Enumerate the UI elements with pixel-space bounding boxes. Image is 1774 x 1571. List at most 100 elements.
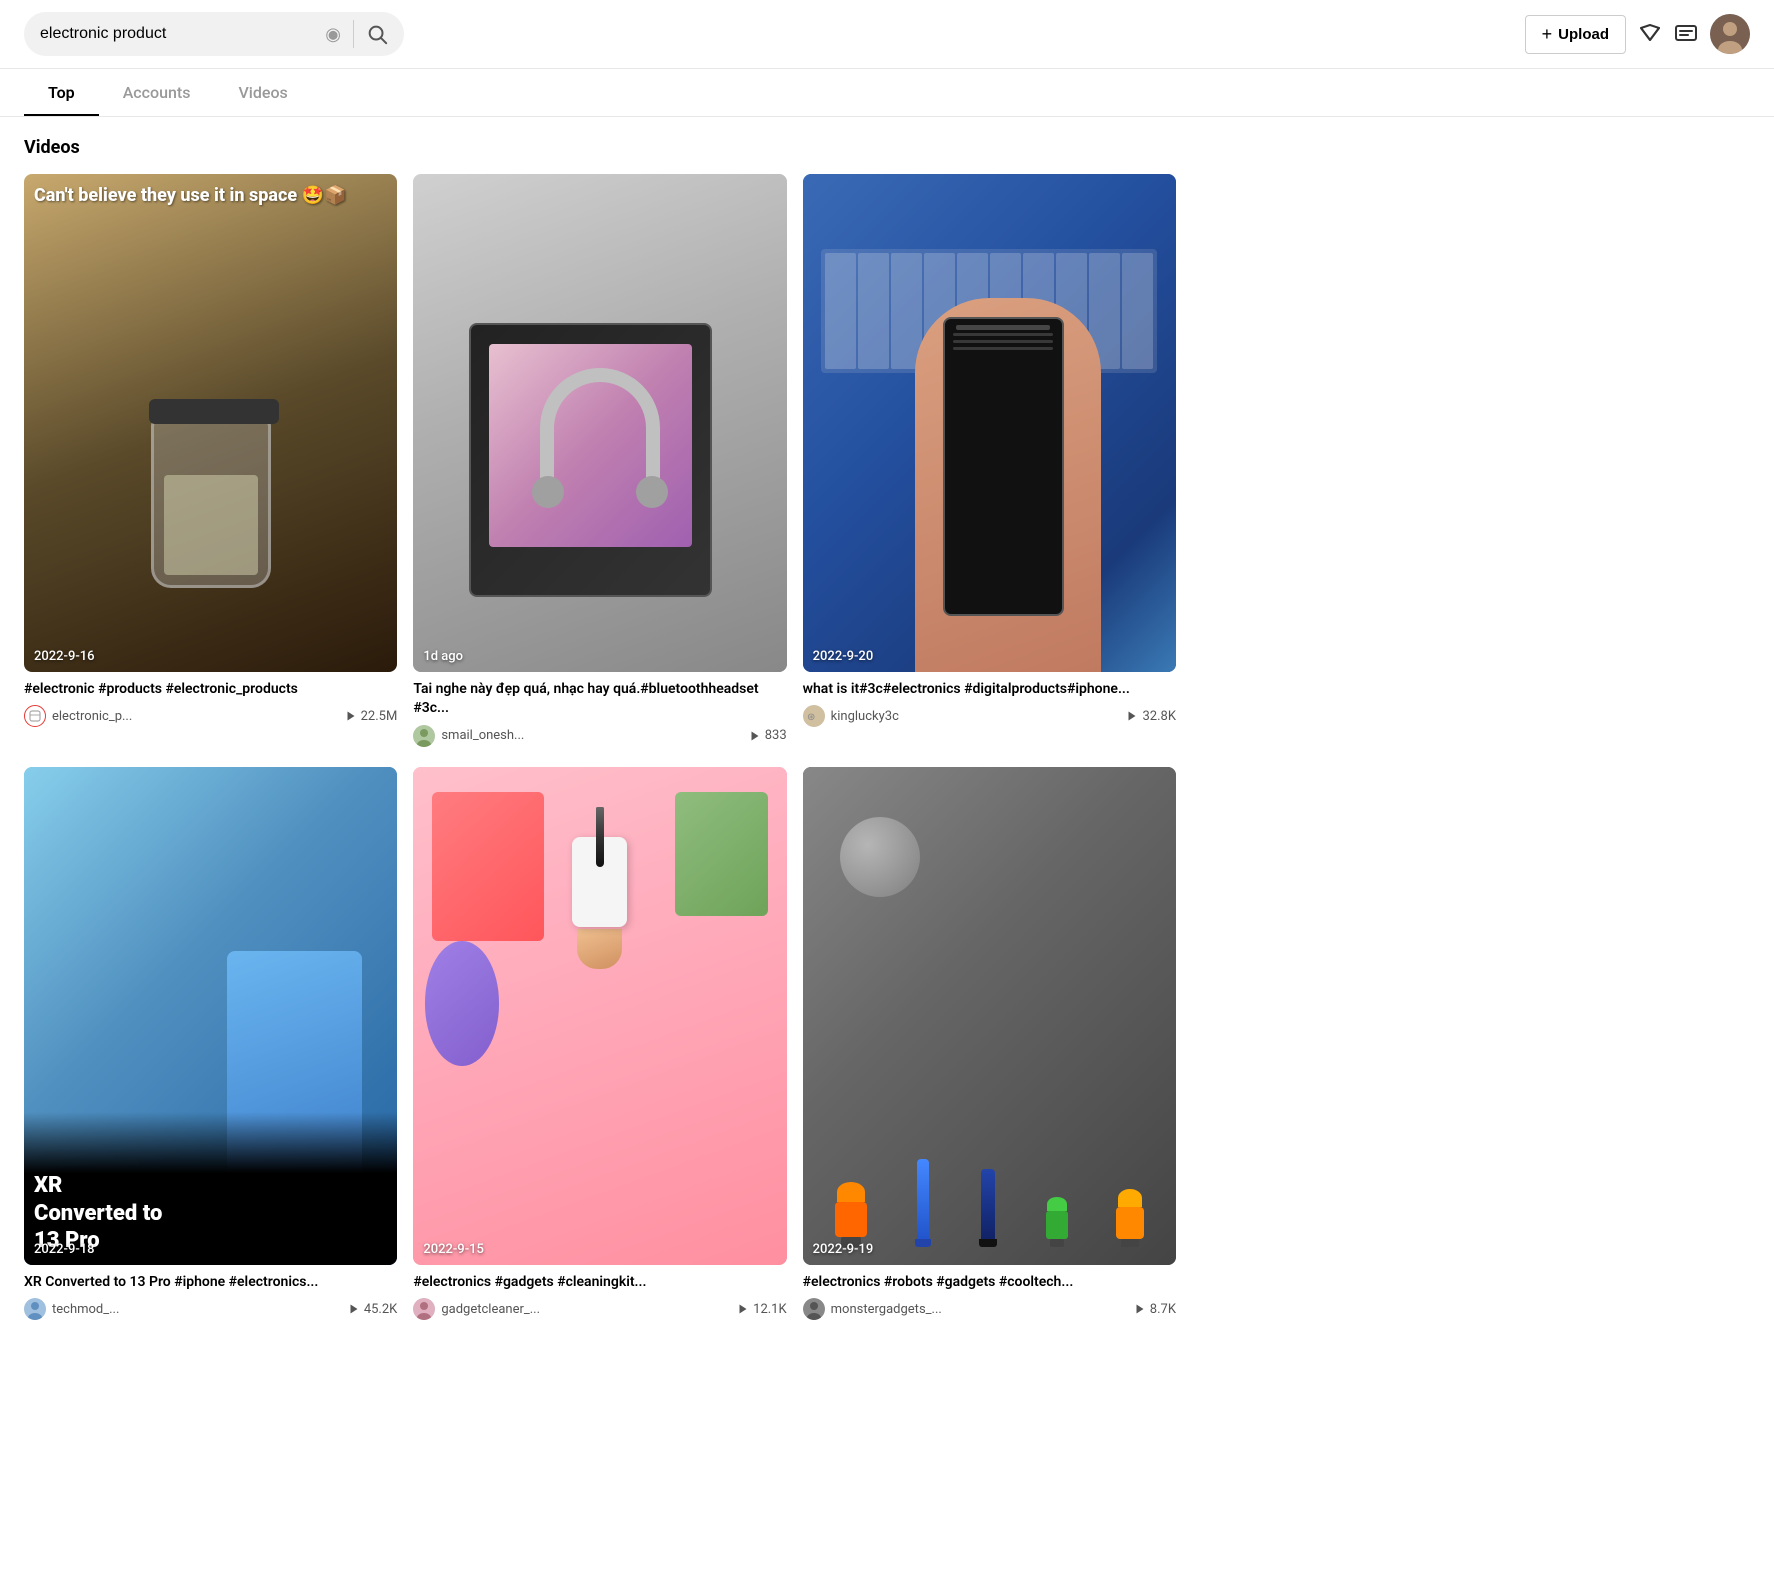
- finger-shape: [577, 929, 622, 969]
- author-avatar-5: [413, 1298, 435, 1320]
- xr-bg: XRConverted to13 Pro: [24, 767, 397, 1265]
- tab-top[interactable]: Top: [24, 69, 99, 116]
- video-views-4: 45.2K: [348, 1302, 398, 1317]
- video-timestamp-3: 2022-9-20: [813, 649, 874, 664]
- hand-brush: [525, 817, 674, 1265]
- pen-shape: [596, 807, 604, 867]
- search-bar: electronic product ◉: [24, 12, 404, 56]
- notifications-button[interactable]: [1638, 22, 1662, 46]
- video-thumb-text-1: Can't believe they use it in space 🤩📦: [34, 184, 387, 207]
- svg-text:⊛: ⊛: [807, 712, 815, 723]
- headphone-visual: [413, 174, 786, 672]
- video-title-2: Tai nghe này đẹp quá, nhạc hay quá.#blue…: [413, 680, 786, 719]
- video-thumb-4: XRConverted to13 Pro 2022-9-18: [24, 767, 397, 1265]
- main-content: Videos Can't believe they use it in spac…: [0, 117, 1200, 1344]
- author-name-1: electronic_p...: [52, 709, 132, 724]
- cleaning-pad: [572, 837, 627, 927]
- blue-bg-visual: [803, 174, 1176, 672]
- search-input[interactable]: electronic product: [40, 25, 317, 43]
- video-timestamp-5: 2022-9-15: [423, 1242, 484, 1257]
- tab-videos[interactable]: Videos: [214, 69, 311, 116]
- play-icon-3: [1126, 710, 1138, 722]
- author-name-3: kinglucky3c: [831, 709, 899, 724]
- video-meta-2: Tai nghe này đẹp quá, nhạc hay quá.#blue…: [413, 672, 786, 751]
- video-views-5: 12.1K: [737, 1302, 787, 1317]
- video-card-5[interactable]: 2022-9-15 #electronics #gadgets #cleanin…: [413, 767, 786, 1324]
- robot-orange: [835, 1182, 867, 1247]
- video-thumb-3: 2022-9-20: [803, 174, 1176, 672]
- video-title-5: #electronics #gadgets #cleaningkit...: [413, 1273, 786, 1293]
- upload-plus-icon: +: [1542, 24, 1553, 45]
- video-info-row-4: techmod_... 45.2K: [24, 1298, 397, 1320]
- gadget-dark-blue: [979, 1169, 997, 1247]
- play-icon-1: [345, 710, 357, 722]
- author-avatar-6: [803, 1298, 825, 1320]
- robots-visual: [803, 767, 1176, 1265]
- video-timestamp-2: 1d ago: [423, 649, 463, 664]
- bg-item-blue: [425, 941, 500, 1065]
- jar-contents: [164, 475, 258, 575]
- video-views-2: 833: [749, 728, 787, 743]
- video-card-1[interactable]: Can't believe they use it in space 🤩📦 20…: [24, 174, 397, 751]
- author-avatar-2: [413, 725, 435, 747]
- jar-shape: [151, 418, 271, 588]
- video-info-row-2: smail_onesh... 833: [413, 725, 786, 747]
- gadget-blue: [915, 1159, 931, 1247]
- author-avatar-ring-1: [24, 705, 46, 727]
- search-clear-icon[interactable]: ◉: [325, 24, 341, 45]
- video-timestamp-1: 2022-9-16: [34, 649, 95, 664]
- author-avatar-3: ⊛: [803, 705, 825, 727]
- jar-visual-1: [24, 234, 397, 672]
- pen-visual: [413, 767, 786, 1265]
- videos-section-title: Videos: [24, 137, 1176, 158]
- video-card-4[interactable]: XRConverted to13 Pro 2022-9-18 XR Conver…: [24, 767, 397, 1324]
- bg-item-green: [675, 792, 768, 916]
- tab-accounts-label: Accounts: [123, 83, 191, 102]
- video-card-2[interactable]: 1d ago Tai nghe này đẹp quá, nhạc hay qu…: [413, 174, 786, 751]
- upload-button[interactable]: + Upload: [1525, 15, 1626, 54]
- messages-button[interactable]: [1674, 22, 1698, 46]
- header-actions: + Upload: [1525, 14, 1750, 54]
- video-views-1: 22.5M: [345, 709, 398, 724]
- headphone-ear-right: [636, 476, 668, 508]
- author-name-5: gadgetcleaner_...: [441, 1302, 540, 1317]
- video-author-5: gadgetcleaner_...: [413, 1298, 540, 1320]
- author-name-4: techmod_...: [52, 1302, 119, 1317]
- search-button[interactable]: [366, 23, 388, 45]
- play-icon-4: [348, 1303, 360, 1315]
- play-icon-5: [737, 1303, 749, 1315]
- videos-grid: Can't believe they use it in space 🤩📦 20…: [24, 174, 1176, 1324]
- video-author-4: techmod_...: [24, 1298, 119, 1320]
- video-author-3: ⊛ kinglucky3c: [803, 705, 899, 727]
- robot-green-sm: [1046, 1197, 1068, 1247]
- video-thumb-6: 2022-9-19: [803, 767, 1176, 1265]
- video-meta-1: #electronic #products #electronic_produc…: [24, 672, 397, 732]
- video-card-3[interactable]: 2022-9-20 what is it#3c#electronics #dig…: [803, 174, 1176, 751]
- video-card-6[interactable]: 2022-9-19 #electronics #robots #gadgets …: [803, 767, 1176, 1324]
- video-title-3: what is it#3c#electronics #digitalproduc…: [803, 680, 1176, 700]
- video-meta-4: XR Converted to 13 Pro #iphone #electron…: [24, 1265, 397, 1325]
- views-count-3: 32.8K: [1142, 709, 1176, 724]
- user-avatar[interactable]: [1710, 14, 1750, 54]
- video-thumb-2: 1d ago: [413, 174, 786, 672]
- video-thumb-1: Can't believe they use it in space 🤩📦 20…: [24, 174, 397, 672]
- tab-accounts[interactable]: Accounts: [99, 69, 215, 116]
- header: electronic product ◉ + Upload: [0, 0, 1774, 69]
- views-count-4: 45.2K: [364, 1302, 398, 1317]
- search-divider: [353, 20, 354, 48]
- views-count-5: 12.1K: [753, 1302, 787, 1317]
- video-info-row-1: electronic_p... 22.5M: [24, 705, 397, 727]
- views-count-2: 833: [765, 728, 787, 743]
- tab-top-label: Top: [48, 83, 75, 102]
- video-author-1: electronic_p...: [24, 705, 132, 727]
- search-tabs: Top Accounts Videos: [0, 69, 1774, 117]
- video-author-2: smail_onesh...: [413, 725, 524, 747]
- video-meta-5: #electronics #gadgets #cleaningkit... ga…: [413, 1265, 786, 1325]
- video-title-4: XR Converted to 13 Pro #iphone #electron…: [24, 1273, 397, 1293]
- robot-orange-2: [1116, 1189, 1144, 1247]
- video-meta-6: #electronics #robots #gadgets #cooltech.…: [803, 1265, 1176, 1325]
- tab-videos-label: Videos: [238, 83, 287, 102]
- author-avatar-4: [24, 1298, 46, 1320]
- views-count-1: 22.5M: [361, 709, 398, 724]
- video-meta-3: what is it#3c#electronics #digitalproduc…: [803, 672, 1176, 732]
